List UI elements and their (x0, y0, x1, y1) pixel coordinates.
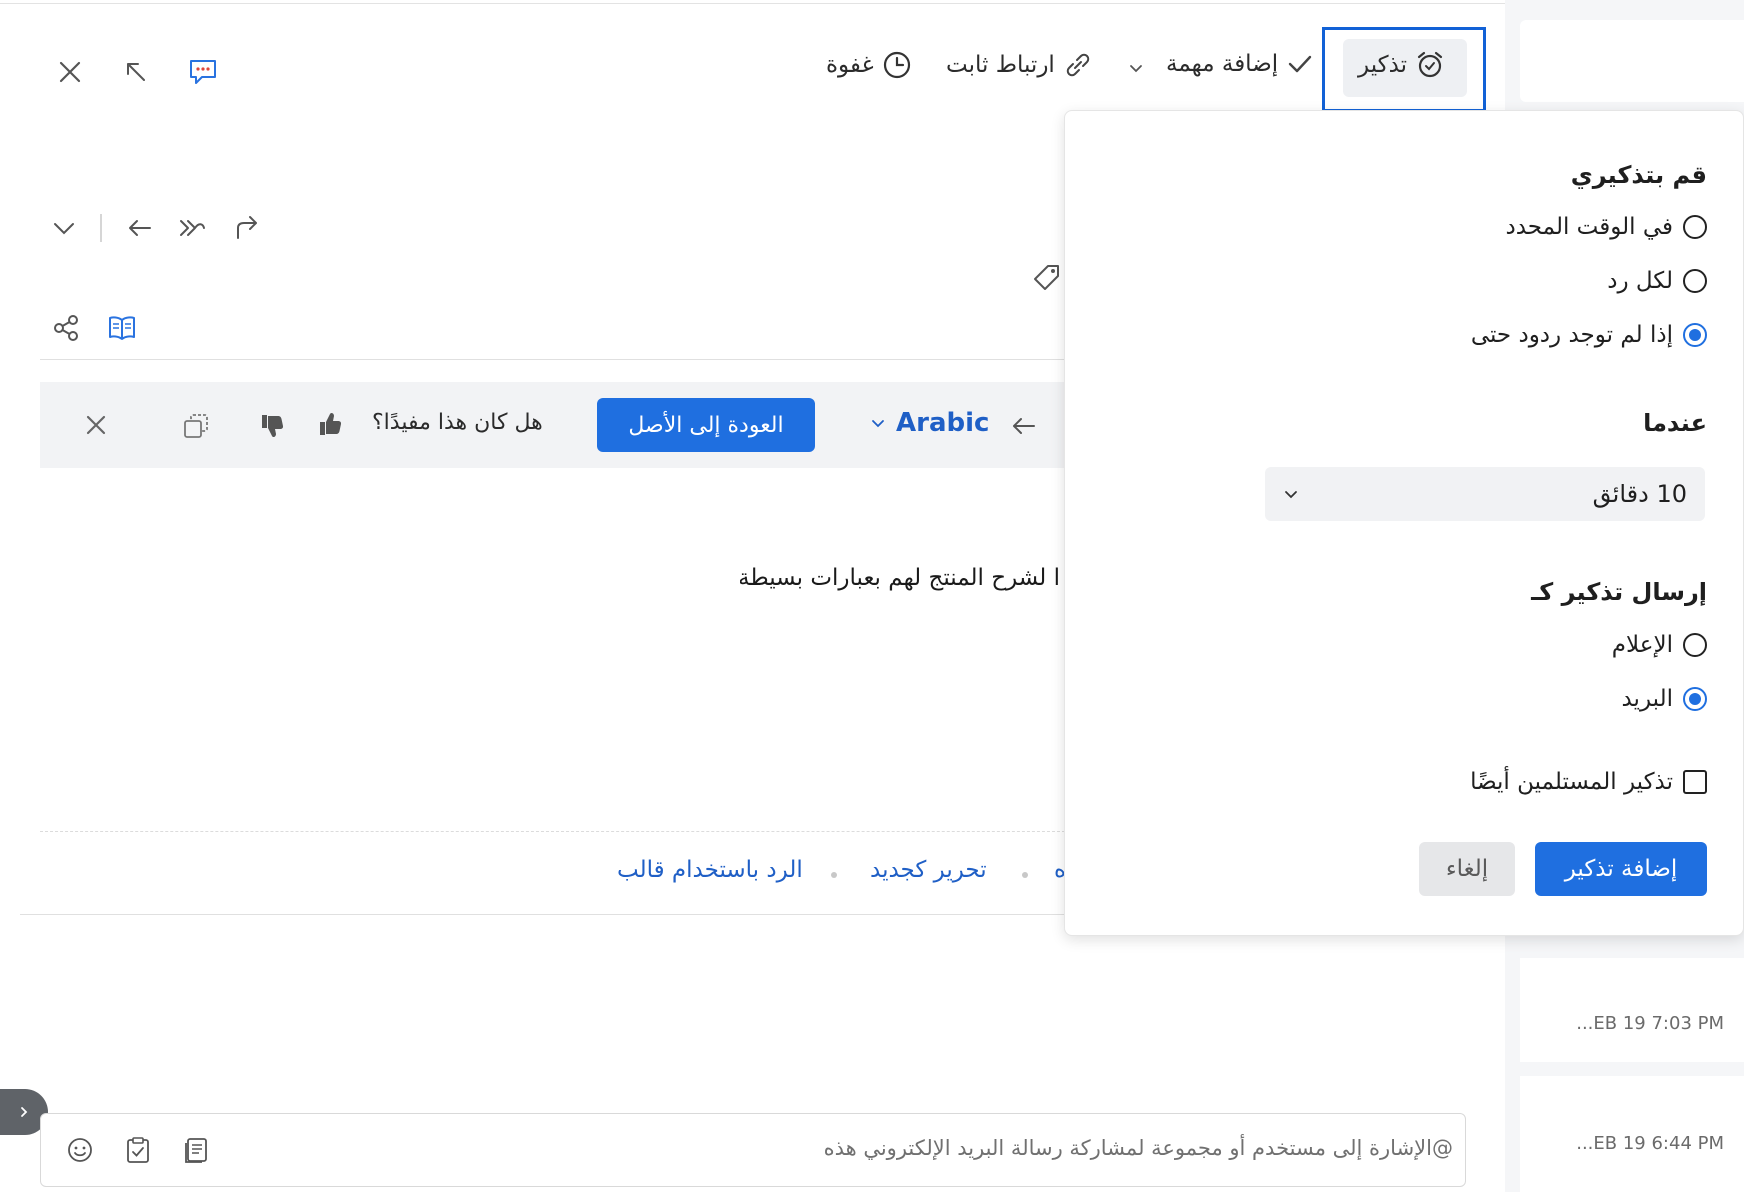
close-icon[interactable] (56, 58, 84, 86)
forward-icon[interactable] (230, 212, 262, 244)
clock-icon (882, 50, 912, 80)
language-selector[interactable]: Arabic (870, 408, 989, 438)
close-translation-icon[interactable] (82, 411, 110, 439)
header-divider (40, 359, 1070, 360)
thumbs-up-icon[interactable] (314, 408, 346, 440)
checkmark-icon (1286, 50, 1314, 78)
sidebar-thread-item[interactable]: ...EB 19 6:44 PM (1520, 1076, 1744, 1192)
message-text: ا لشرح المنتج لهم بعبارات بسيطة. (740, 565, 1060, 591)
copy-icon[interactable] (180, 410, 212, 442)
separator-dot (1022, 872, 1028, 878)
remind-label: تذكير (1358, 52, 1408, 78)
comment-input[interactable]: @الإشارة إلى مستخدم أو مجموعة لمشاركة رس… (40, 1113, 1466, 1187)
emoji-icon[interactable] (65, 1135, 95, 1165)
option-each-reply[interactable]: لكل رد (1607, 268, 1707, 294)
chat-comment-icon[interactable] (186, 55, 220, 89)
helpful-question: هل كان هذا مفيدًا؟ (372, 410, 543, 435)
share-icon[interactable] (50, 312, 82, 344)
add-reminder-button[interactable]: إضافة تذكير (1535, 842, 1707, 896)
snooze-button[interactable]: غفوة (826, 50, 912, 80)
option-label: إذا لم توجد ردود حتى (1470, 322, 1673, 348)
chevron-down-icon (872, 420, 884, 428)
chevron-down-icon (1285, 491, 1297, 499)
tag-icon[interactable] (1030, 260, 1064, 294)
thumbs-down-icon[interactable] (256, 410, 288, 442)
remind-recipients-checkbox[interactable] (1683, 770, 1707, 794)
comment-placeholder: @الإشارة إلى مستخدم أو مجموعة لمشاركة رس… (823, 1136, 1453, 1160)
back-to-original-button[interactable]: العودة إلى الأصل (597, 398, 815, 452)
arrow-left-icon[interactable] (1008, 410, 1040, 442)
permalink-label: ارتباط ثابت (946, 52, 1055, 78)
option-on-time[interactable]: في الوقت المحدد (1505, 214, 1707, 240)
radio-notification[interactable] (1683, 633, 1707, 657)
thread-timestamp: ...EB 19 6:44 PM (1576, 1133, 1724, 1154)
separator-dot (831, 872, 837, 878)
notes-template-icon[interactable] (181, 1135, 211, 1165)
clipboard-check-icon[interactable] (123, 1135, 153, 1165)
when-heading: عندما (1643, 409, 1707, 437)
send-as-heading: إرسال تذكير كـ (1531, 578, 1707, 606)
option-label: لكل رد (1607, 268, 1673, 294)
cancel-button[interactable]: إلغاء (1419, 842, 1515, 896)
reply-arrow-icon[interactable] (124, 212, 156, 244)
radio-email[interactable] (1683, 687, 1707, 711)
toolbar-divider (100, 214, 102, 242)
edit-as-new-link[interactable]: تحرير كجديد (870, 857, 987, 883)
thread-timestamp: ...EB 19 7:03 PM (1576, 1013, 1724, 1034)
snooze-label: غفوة (826, 52, 874, 78)
permalink-button[interactable]: ارتباط ثابت (946, 50, 1093, 80)
radio-each-reply[interactable] (1683, 269, 1707, 293)
chevron-down-icon[interactable] (1126, 58, 1146, 78)
reminder-popover: قم بتذكيري في الوقت المحدد لكل رد إذا لم… (1064, 110, 1744, 936)
body-divider (40, 831, 1070, 832)
link-icon (1063, 50, 1093, 80)
reply-with-template-link[interactable]: الرد باستخدام قالب (617, 857, 803, 883)
remind-me-heading: قم بتذكيري (1570, 161, 1707, 189)
top-divider (0, 3, 1744, 4)
chevron-down-icon[interactable] (50, 214, 78, 242)
sidebar-card[interactable] (1520, 20, 1744, 102)
option-notification[interactable]: الإعلام (1612, 632, 1707, 658)
alarm-clock-icon (1415, 50, 1445, 80)
add-task-label: إضافة مهمة (1166, 51, 1279, 77)
add-task-button[interactable]: إضافة مهمة (1166, 50, 1314, 78)
radio-no-replies-until[interactable] (1683, 323, 1707, 347)
reply-all-icon[interactable] (176, 212, 208, 244)
remind-button-content[interactable]: تذكير (1358, 50, 1445, 80)
when-value: 10 دقائق (1592, 480, 1687, 508)
when-dropdown[interactable]: 10 دقائق (1265, 467, 1705, 521)
sidebar-thread-item[interactable]: ...EB 19 7:03 PM (1520, 958, 1744, 1062)
option-no-replies-until[interactable]: إذا لم توجد ردود حتى (1471, 322, 1707, 348)
option-label: البريد (1621, 686, 1673, 712)
language-label: Arabic (896, 408, 990, 438)
pop-out-arrow-icon[interactable] (122, 58, 150, 86)
option-label: في الوقت المحدد (1505, 214, 1673, 240)
remind-recipients-option[interactable]: تذكير المستلمين أيضًا (1470, 769, 1707, 795)
message-body: ا لشرح المنتج لهم بعبارات بسيطة. (740, 565, 1060, 591)
open-book-icon[interactable] (106, 312, 138, 344)
radio-on-time[interactable] (1683, 215, 1707, 239)
option-email[interactable]: البريد (1621, 686, 1707, 712)
chevron-right-icon (21, 1107, 28, 1117)
remind-recipients-label: تذكير المستلمين أيضًا (1470, 769, 1673, 795)
option-label: الإعلام (1611, 632, 1673, 658)
